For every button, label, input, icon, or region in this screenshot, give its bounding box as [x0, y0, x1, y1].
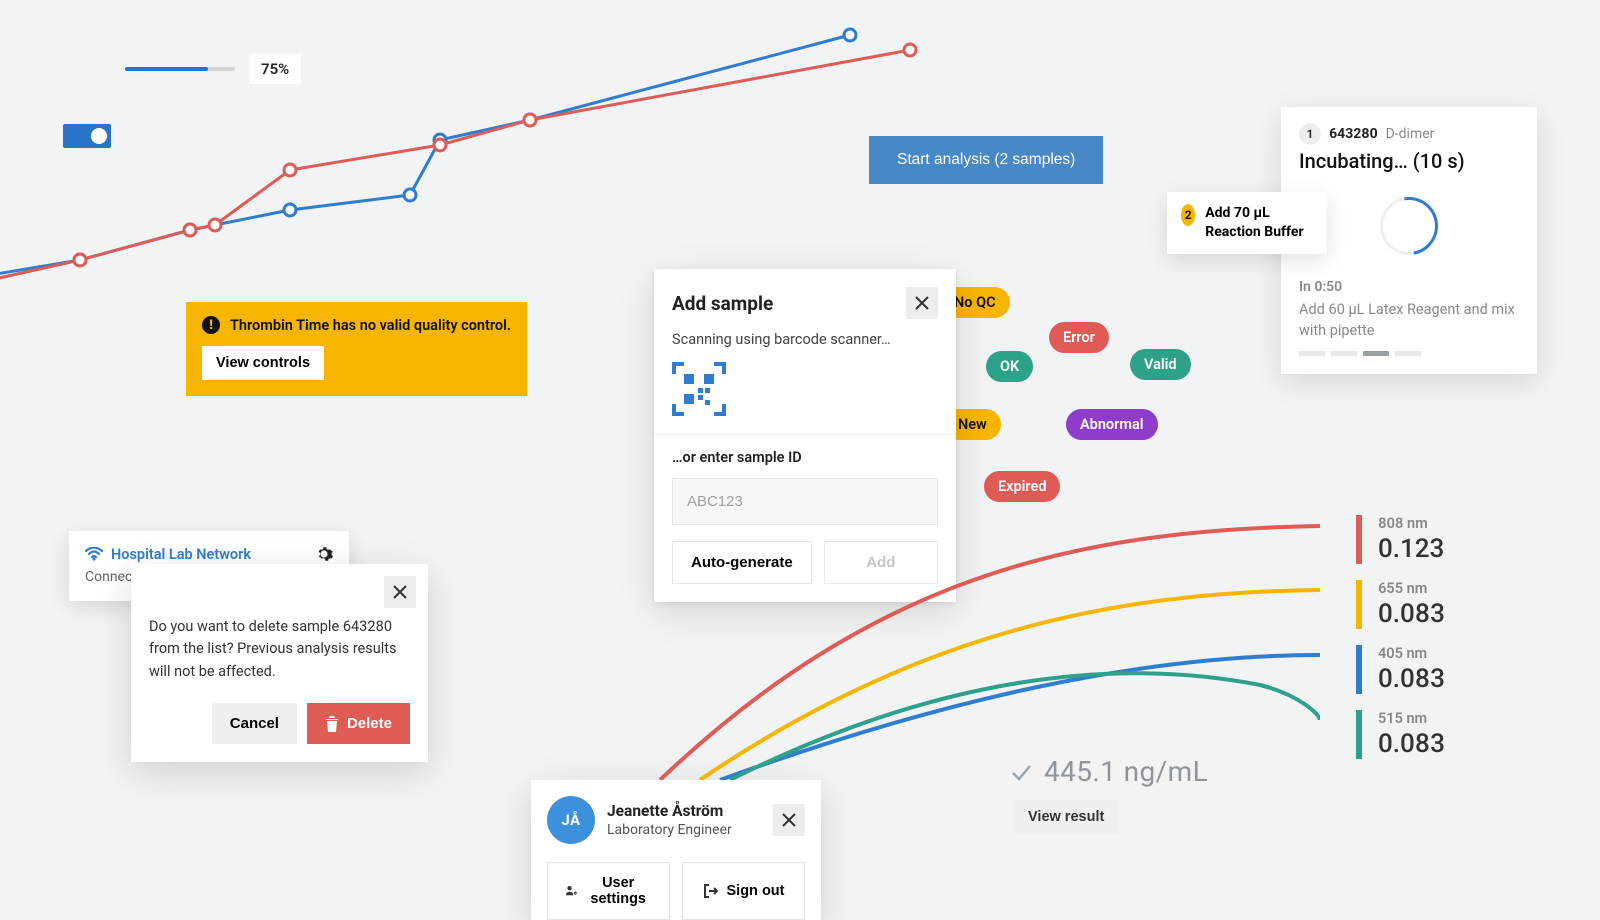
incubating-analyte: D-dimer: [1386, 126, 1435, 142]
avatar: JÅ: [547, 796, 595, 844]
result-readout: 445.1 ng/mL: [1010, 755, 1208, 788]
user-name: Jeanette Åström: [607, 802, 761, 820]
dialog-close-button[interactable]: [384, 576, 416, 608]
status-pill-abnormal: Abnormal: [1066, 409, 1158, 440]
result-value: 445.1 ng/mL: [1044, 755, 1208, 788]
wavelength-card-655: 655 nm 0.083: [1356, 580, 1445, 629]
qr-scan-icon: [672, 362, 726, 416]
absorbance-chart: [620, 500, 1320, 780]
user-gear-icon: [566, 883, 577, 899]
cancel-button[interactable]: Cancel: [212, 703, 297, 744]
sign-out-button[interactable]: Sign out: [682, 862, 805, 920]
delete-sample-dialog: Do you want to delete sample 643280 from…: [131, 564, 428, 762]
status-pill-valid: Valid: [1130, 349, 1191, 380]
modal-manual-label: …or enter sample ID: [654, 434, 956, 466]
modal-subtitle: Scanning using barcode scanner…: [654, 319, 956, 348]
banner-message: Thrombin Time has no valid quality contr…: [230, 317, 511, 334]
progress-track: [125, 67, 235, 71]
wavelength-card-808: 808 nm 0.123: [1356, 515, 1444, 564]
user-popover: JÅ Jeanette Åström Laboratory Engineer U…: [531, 780, 821, 920]
progress-indicator: 75%: [125, 54, 301, 84]
gear-icon[interactable]: [315, 545, 333, 563]
close-icon: [393, 585, 407, 599]
qc-trend-chart: [0, 0, 920, 300]
sign-out-icon: [703, 883, 719, 899]
step-chip-text: Add 70 µL Reaction Buffer: [1205, 204, 1313, 242]
check-icon: [1010, 761, 1032, 783]
user-settings-button[interactable]: User settings: [547, 862, 670, 920]
modal-title: Add sample: [672, 292, 773, 315]
step-number-badge: 1: [1299, 123, 1321, 145]
step-chip: 2 Add 70 µL Reaction Buffer: [1167, 192, 1327, 254]
close-icon: [782, 813, 796, 827]
alert-icon: !: [202, 316, 220, 334]
user-role: Laboratory Engineer: [607, 822, 761, 838]
modal-close-button[interactable]: [906, 287, 938, 319]
start-analysis-button[interactable]: Start analysis (2 samples): [869, 136, 1103, 184]
delete-dialog-text: Do you want to delete sample 643280 from…: [149, 616, 410, 683]
step-progress-dots: [1299, 351, 1519, 356]
wifi-icon: [85, 547, 103, 561]
status-pill-error: Error: [1049, 322, 1109, 353]
close-icon: [915, 296, 929, 310]
status-pill-ok: OK: [986, 351, 1033, 382]
view-controls-button[interactable]: View controls: [202, 346, 324, 380]
progress-fill: [125, 67, 208, 71]
toggle-switch[interactable]: [63, 124, 111, 148]
incubating-next-step: Add 60 µL Latex Reagent and mix with pip…: [1299, 299, 1519, 341]
qc-warning-banner: ! Thrombin Time has no valid quality con…: [186, 302, 527, 396]
network-name[interactable]: Hospital Lab Network: [85, 546, 251, 563]
toggle-knob: [91, 128, 107, 144]
delete-button[interactable]: Delete: [307, 703, 410, 744]
wavelength-card-515: 515 nm 0.083: [1356, 710, 1445, 759]
wavelength-card-405: 405 nm 0.083: [1356, 645, 1445, 694]
spinner-icon: [1369, 186, 1450, 267]
user-popover-close-button[interactable]: [773, 804, 805, 836]
incubating-status: Incubating… (10 s): [1299, 149, 1519, 173]
step-chip-number: 2: [1181, 204, 1195, 226]
trash-icon: [325, 716, 339, 732]
incubating-eta: In 0:50: [1299, 279, 1519, 295]
status-pill-expired: Expired: [984, 471, 1060, 502]
progress-label: 75%: [249, 54, 301, 84]
view-result-button[interactable]: View result: [1014, 800, 1118, 834]
incubating-sample-id: 643280: [1329, 126, 1378, 142]
